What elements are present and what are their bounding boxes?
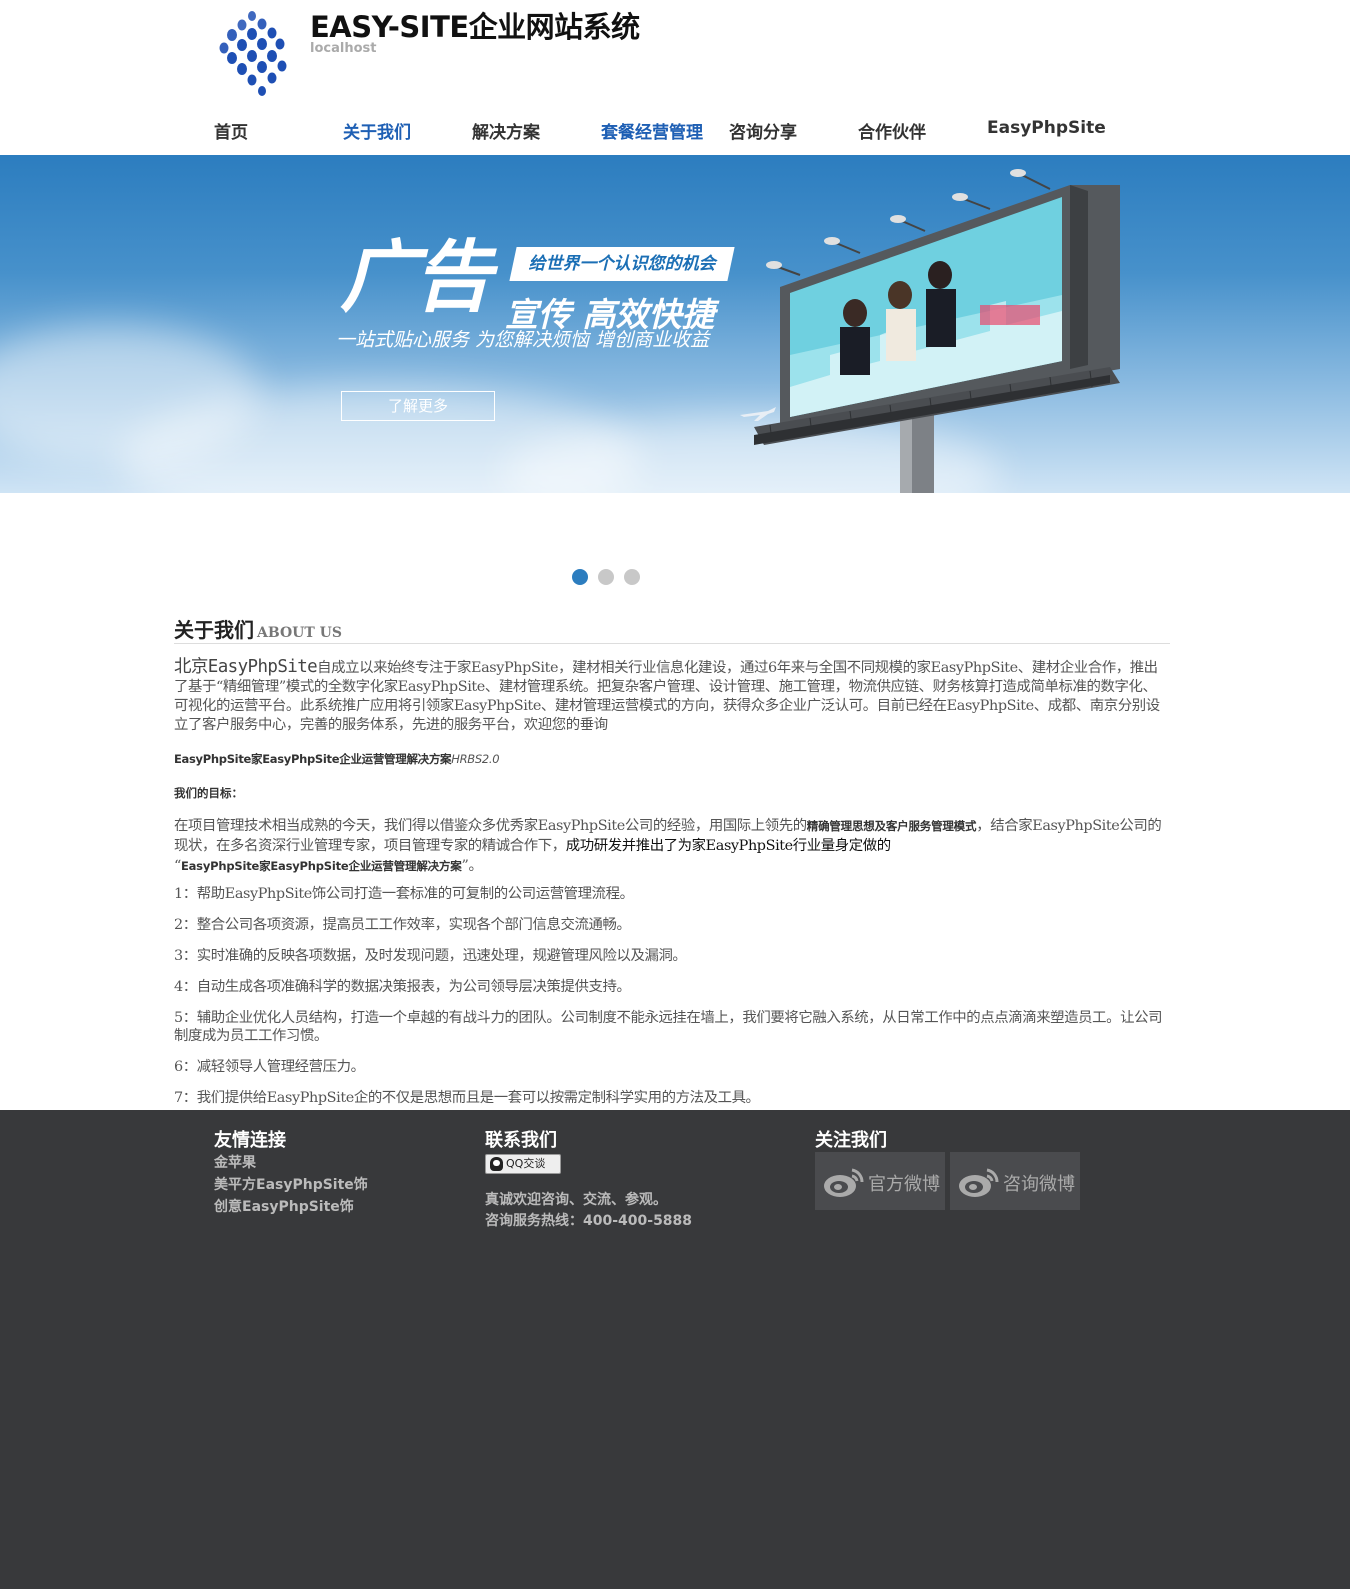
about-title-en: ABOUT US [257,625,342,641]
banner-tagline: 给世界一个认识您的机会 [509,247,735,281]
site-footer: 友情连接 金苹果 美平方EasyPhpSite饰 创意EasyPhpSite饰 … [0,1110,1350,1589]
weibo-icon [959,1168,999,1197]
goal-text: 在项目管理技术相当成熟的今天，我们得以借鉴众多优秀家EasyPhpSite公司的… [174,816,1170,876]
nav-item-solutions[interactable]: 解决方案 [472,118,540,143]
footer-contact-title: 联系我们 [485,1130,557,1151]
consult-weibo-button[interactable]: 咨询微博 [950,1152,1080,1210]
banner-headline: 广告 [340,233,492,323]
solution-name: EasyPhpSite家EasyPhpSite企业运营管理解决方案HRBS2.0 [174,751,1170,767]
goal-point: 4：自动生成各项准确科学的数据决策报表，为公司领导层决策提供支持。 [174,979,631,995]
goal-text-emphasis: 成功研发并推出了为家EasyPhpSite行业量身定做的 [565,838,891,854]
slider-dot-2[interactable] [598,569,614,585]
solution-name-text: EasyPhpSite家EasyPhpSite企业运营管理解决方案 [174,752,452,766]
banner-description: 一站式贴心服务 为您解决烦恼 增创商业收益 [336,329,710,351]
weibo-icon [824,1168,864,1197]
site-header: EASY-SITE企业网站系统 localhost 首页 关于我们 解决方案 套… [0,0,1350,155]
about-title: 关于我们 [174,618,254,642]
footer-follow-column: 关注我们 [815,1126,887,1152]
solution-version: HRBS2.0 [451,752,500,766]
about-header: 关于我们 ABOUT US [174,614,1170,644]
goal-text-quote-open: “ [174,858,181,874]
official-weibo-label: 官方微博 [868,1174,940,1195]
footer-links-column: 友情连接 金苹果 美平方EasyPhpSite饰 创意EasyPhpSite饰 [214,1126,368,1218]
footer-link[interactable]: 创意EasyPhpSite饰 [214,1196,368,1218]
footer-contact-info: 真诚欢迎咨询、交流、参观。 咨询服务热线：400-400-5888 [485,1190,692,1232]
site-subtitle: localhost [310,41,377,56]
contact-welcome: 真诚欢迎咨询、交流、参观。 [485,1192,667,1208]
goal-point: 1：帮助EasyPhpSite饰公司打造一套标准的可复制的公司运营管理流程。 [174,886,634,902]
goal-point: 7：我们提供给EasyPhpSite企的不仅是思想而且是一套可以按需定制科学实用… [174,1090,760,1106]
goal-text-highlight2: EasyPhpSite家EasyPhpSite企业运营管理解决方案 [180,859,462,873]
nav-item-easyphpsite[interactable]: EasyPhpSite [987,118,1106,138]
official-weibo-button[interactable]: 官方微博 [815,1152,945,1210]
hero-banner[interactable]: 广告 给世界一个认识您的机会 宣传 高效快捷 一站式贴心服务 为您解决烦恼 增创… [0,155,1350,493]
nav-item-consulting[interactable]: 咨询分享 [729,118,797,143]
footer-links-title: 友情连接 [214,1130,286,1151]
goal-point: 2：整合公司各项资源，提高员工工作效率，实现各个部门信息交流通畅。 [174,917,631,933]
goal-points-list: 1：帮助EasyPhpSite饰公司打造一套标准的可复制的公司运营管理流程。 2… [174,885,1170,1107]
footer-contact-column: 联系我们 QQ交谈 真诚欢迎咨询、交流、参观。 咨询服务热线：400-400-5… [485,1126,692,1232]
slider-dot-3[interactable] [624,569,640,585]
goal-text-highlight1: 精确管理思想及客户服务管理模式 [806,819,977,833]
goal-text-part1: 在项目管理技术相当成熟的今天，我们得以借鉴众多优秀家EasyPhpSite公司的… [174,818,807,834]
about-intro-lead: 北京EasyPhpSite [174,657,318,677]
nav-item-partners[interactable]: 合作伙伴 [858,118,926,143]
footer-link[interactable]: 美平方EasyPhpSite饰 [214,1174,368,1196]
consult-weibo-label: 咨询微博 [1003,1174,1075,1195]
banner-tagline-text: 给世界一个认识您的机会 [528,254,716,274]
slider-dot-1[interactable] [572,569,588,585]
qq-chat-button[interactable]: QQ交谈 [485,1154,561,1174]
goal-text-quote-close: ”。 [461,858,483,874]
about-intro-text: 自成立以来始终专注于家EasyPhpSite，建材相关行业信息化建设，通过6年来… [174,660,1160,733]
nav-item-package-management[interactable]: 套餐经营管理 [601,118,703,143]
footer-follow-title: 关注我们 [815,1130,887,1151]
contact-hotline: 咨询服务热线：400-400-5888 [485,1213,693,1229]
site-title: EASY-SITE企业网站系统 [310,10,640,44]
about-section: 关于我们 ABOUT US 北京EasyPhpSite自成立以来始终专注于家Eas… [174,614,1170,1107]
qq-chat-label: QQ交谈 [506,1157,546,1170]
about-intro: 北京EasyPhpSite自成立以来始终专注于家EasyPhpSite，建材相关… [174,658,1170,735]
goal-point: 3：实时准确的反映各项数据，及时发现问题，迅速处理，规避管理风险以及漏洞。 [174,948,687,964]
qq-icon [490,1157,503,1171]
logo-icon[interactable] [212,8,292,102]
nav-item-about[interactable]: 关于我们 [343,118,411,143]
goal-label: 我们的目标： [174,786,243,800]
billboard-illustration [754,169,1120,493]
footer-link[interactable]: 金苹果 [214,1152,368,1174]
nav-item-home[interactable]: 首页 [214,118,248,143]
goal-point: 6：减轻领导人管理经营压力。 [174,1059,365,1075]
learn-more-button[interactable]: 了解更多 [341,391,495,421]
goal-point: 5：辅助企业优化人员结构，打造一个卓越的有战斗力的团队。公司制度不能永远挂在墙上… [174,1010,1163,1044]
